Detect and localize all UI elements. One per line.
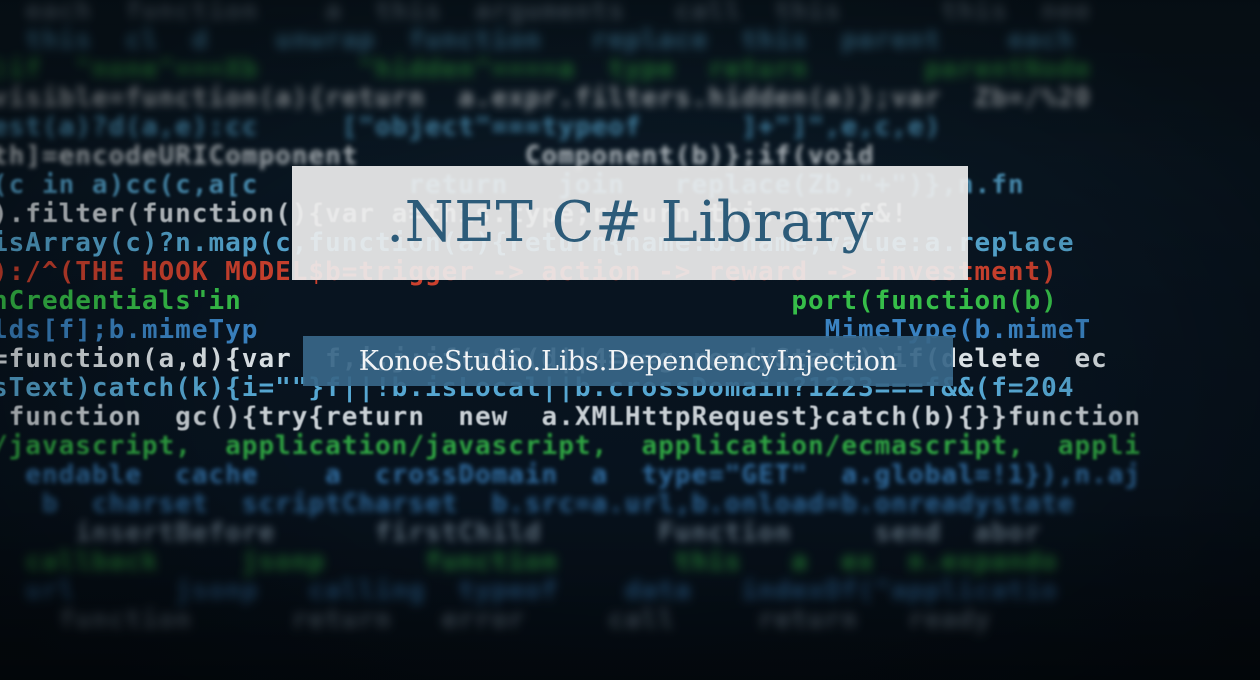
code-line: function gc(){try{return new a.XMLHttpRe… (0, 402, 1142, 432)
code-line: this cl d unwrap function replace this p… (0, 25, 1108, 55)
code-line: function return error call return ready (0, 605, 992, 635)
code-line: /javascript, application/javascript, app… (0, 431, 1142, 461)
code-line: insertBefore firstChild Function send ab… (0, 518, 1042, 548)
banner-title: .NET C# Library (386, 190, 874, 255)
code-line: url jsonp calling typeof data indexOf("a… (0, 576, 1058, 606)
title-plate: .NET C# Library (292, 166, 968, 280)
subtitle-plate: KonoeStudio.Libs.DependencyInjection (303, 336, 953, 386)
banner-subtitle: KonoeStudio.Libs.DependencyInjection (358, 345, 898, 377)
code-line: endable cache a crossDomain a type="GET"… (0, 460, 1142, 490)
code-line: callback jsonp function this a ex n.expa… (0, 547, 1058, 577)
code-line: )if "none"===Xb "hidden"====a type retur… (0, 54, 1092, 84)
code-line: est(a)?d(a,e):cc ["object"===typeof ]+"]… (0, 112, 942, 142)
code-line: nCredentials"in port(function(b) (0, 286, 1058, 316)
code-line: b charset scriptCharset b.src=a.url,b.on… (0, 489, 1075, 519)
code-line: visible=function(a){return a.expr.filter… (0, 83, 1092, 113)
library-banner: each function a this arguments call this… (0, 0, 1260, 680)
code-line: each function a this arguments call this… (0, 0, 1092, 26)
